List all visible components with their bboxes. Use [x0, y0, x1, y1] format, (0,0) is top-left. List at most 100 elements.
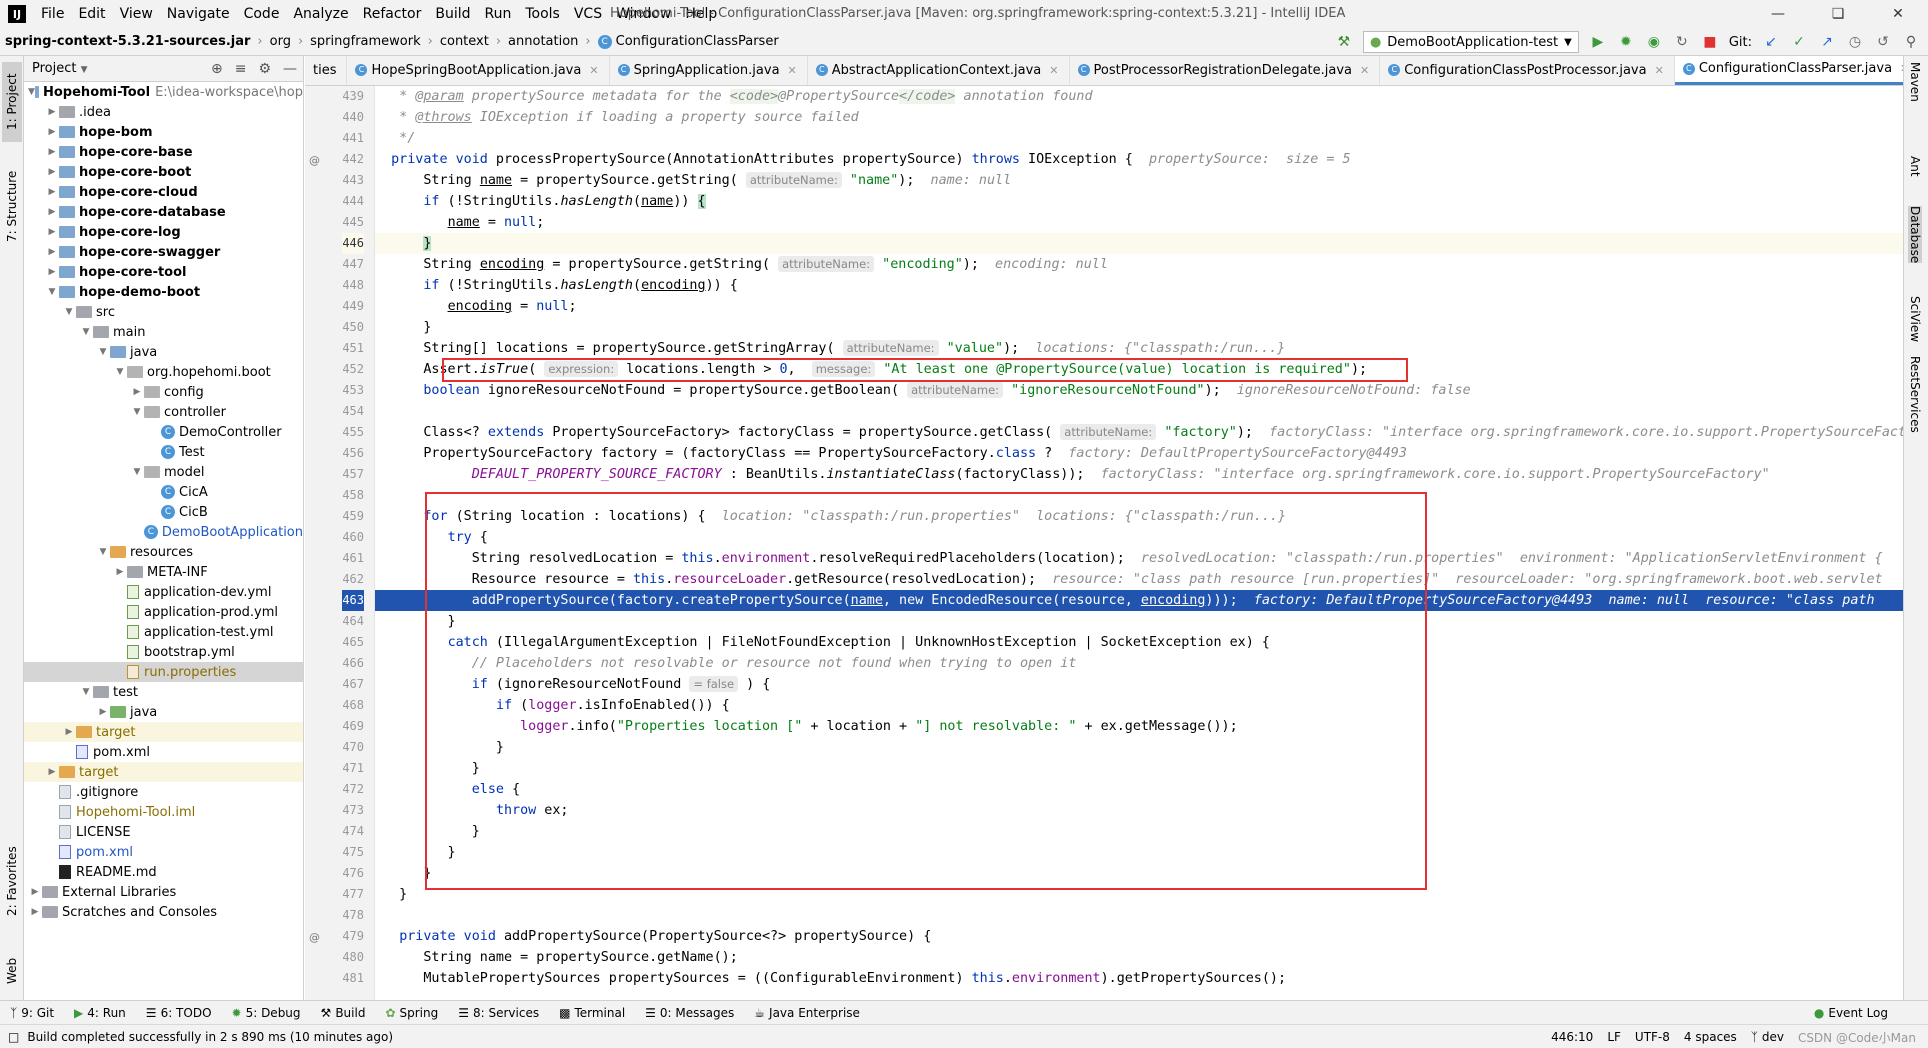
tree-item[interactable]: ▶ hope-core-database	[24, 202, 303, 222]
tree-item[interactable]: ▶ hope-bom	[24, 122, 303, 142]
tree-item[interactable]: ▶ target	[24, 762, 303, 782]
tree-item[interactable]: ▶ External Libraries	[24, 882, 303, 902]
tree-item[interactable]: README.md	[24, 862, 303, 882]
maximize-button[interactable]: ❏	[1808, 0, 1868, 28]
git-update-icon[interactable]: ↙	[1762, 33, 1780, 51]
line-number[interactable]: 453	[342, 380, 364, 401]
git-branch[interactable]: ᛉ dev	[1751, 1030, 1784, 1044]
line-number[interactable]: 456	[342, 443, 364, 464]
debug-tool-button[interactable]: ✹ 5: Debug	[222, 1006, 311, 1020]
indent-setting[interactable]: 4 spaces	[1684, 1030, 1737, 1044]
menu-analyze[interactable]: Analyze	[286, 0, 355, 28]
expanded-arrow-icon[interactable]: ▼	[28, 87, 35, 97]
run-tool-button[interactable]: ▶ 4: Run	[64, 1006, 136, 1020]
collapsed-arrow-icon[interactable]: ▶	[45, 227, 59, 237]
line-number[interactable]: 443	[342, 170, 364, 191]
tree-item[interactable]: ▶ target	[24, 722, 303, 742]
collapsed-arrow-icon[interactable]: ▶	[28, 907, 42, 917]
expanded-arrow-icon[interactable]: ▼	[113, 367, 127, 377]
gear-icon[interactable]: ⚙	[258, 61, 271, 77]
tree-item[interactable]: ▶ hope-core-swagger	[24, 242, 303, 262]
line-number[interactable]: 479	[342, 926, 364, 947]
line-number[interactable]: 441	[342, 128, 364, 149]
tree-item[interactable]: ▼ java	[24, 342, 303, 362]
line-number[interactable]: 467	[342, 674, 364, 695]
tree-item[interactable]: .gitignore	[24, 782, 303, 802]
close-tab-icon[interactable]: ✕	[1360, 64, 1369, 77]
line-number[interactable]: 459	[342, 506, 364, 527]
line-number[interactable]: 458	[342, 485, 364, 506]
ant-tool-tab[interactable]: Ant	[1908, 156, 1922, 177]
tree-item[interactable]: ▼ resources	[24, 542, 303, 562]
status-message[interactable]: Build completed successfully in 2 s 890 …	[19, 1030, 393, 1044]
collapsed-arrow-icon[interactable]: ▶	[45, 167, 59, 177]
tree-item[interactable]: C DemoBootApplication	[24, 522, 303, 542]
code-editor[interactable]: * @param propertySource metadata for the…	[375, 86, 1903, 1000]
project-view-select[interactable]: Project ▼	[32, 61, 88, 76]
tree-item[interactable]: ▶ hope-core-tool	[24, 262, 303, 282]
project-tool-tab[interactable]: 1: Project	[2, 62, 22, 142]
hide-icon[interactable]: —	[283, 61, 297, 77]
coverage-icon[interactable]: ◉	[1645, 33, 1663, 51]
line-number[interactable]: 451	[342, 338, 364, 359]
menu-tools[interactable]: Tools	[518, 0, 567, 28]
line-number[interactable]: 461	[342, 548, 364, 569]
editor-tab[interactable]: C ConfigurationClassPostProcessor.java ✕	[1380, 56, 1675, 85]
tree-item[interactable]: ▼ model	[24, 462, 303, 482]
caret-position[interactable]: 446:10	[1551, 1030, 1593, 1044]
collapsed-arrow-icon[interactable]: ▶	[113, 567, 127, 577]
line-number[interactable]: 446	[342, 233, 364, 254]
breadcrumb-context[interactable]: context	[435, 34, 494, 49]
tree-item[interactable]: ▶ hope-core-boot	[24, 162, 303, 182]
terminal-tool-button[interactable]: ▩ Terminal	[549, 1006, 635, 1020]
menu-refactor[interactable]: Refactor	[356, 0, 429, 28]
breadcrumb-class[interactable]: C ConfigurationClassParser	[593, 34, 784, 49]
expanded-arrow-icon[interactable]: ▼	[96, 347, 110, 357]
tree-item[interactable]: ▶ java	[24, 702, 303, 722]
line-number[interactable]: 478	[342, 905, 364, 926]
line-number[interactable]: 471	[342, 758, 364, 779]
search-icon[interactable]: ⚲	[1902, 33, 1920, 51]
hammer-icon[interactable]: ⚒	[1335, 33, 1353, 51]
tree-item[interactable]: ▶ META-INF	[24, 562, 303, 582]
favorites-tool-tab[interactable]: 2: Favorites	[2, 836, 22, 926]
line-number[interactable]: 474	[342, 821, 364, 842]
tree-item[interactable]: ▶ .idea	[24, 102, 303, 122]
git-push-icon[interactable]: ↗	[1818, 33, 1836, 51]
collapsed-arrow-icon[interactable]: ▶	[45, 207, 59, 217]
close-window-button[interactable]: ✕	[1868, 0, 1928, 28]
minimize-button[interactable]: —	[1748, 0, 1808, 28]
line-number[interactable]: 454	[342, 401, 364, 422]
event-log-button[interactable]: ● Event Log	[1804, 1006, 1898, 1020]
override-marker-icon[interactable]: @	[309, 931, 320, 944]
line-number[interactable]: 444	[342, 191, 364, 212]
menu-code[interactable]: Code	[237, 0, 287, 28]
tree-item[interactable]: application-test.yml	[24, 622, 303, 642]
tree-item[interactable]: ▶ config	[24, 382, 303, 402]
line-number[interactable]: 460	[342, 527, 364, 548]
line-number[interactable]: 477	[342, 884, 364, 905]
line-number[interactable]: 464	[342, 611, 364, 632]
services-tool-button[interactable]: ☰ 8: Services	[448, 1006, 549, 1020]
maven-tool-tab[interactable]: Maven	[1908, 62, 1922, 102]
tree-item[interactable]: ▶ hope-core-log	[24, 222, 303, 242]
expanded-arrow-icon[interactable]: ▼	[79, 687, 93, 697]
tree-item[interactable]: C CicA	[24, 482, 303, 502]
tree-item[interactable]: pom.xml	[24, 842, 303, 862]
tree-item[interactable]: ▶ Scratches and Consoles	[24, 902, 303, 922]
menu-view[interactable]: View	[113, 0, 160, 28]
line-number[interactable]: 480	[342, 947, 364, 968]
tree-item[interactable]: pom.xml	[24, 742, 303, 762]
expanded-arrow-icon[interactable]: ▼	[79, 327, 93, 337]
line-number[interactable]: 447	[342, 254, 364, 275]
line-number[interactable]: 470	[342, 737, 364, 758]
collapsed-arrow-icon[interactable]: ▶	[45, 147, 59, 157]
collapsed-arrow-icon[interactable]: ▶	[45, 267, 59, 277]
locate-icon[interactable]: ⊕	[211, 61, 223, 77]
line-number[interactable]: 469	[342, 716, 364, 737]
line-number[interactable]: 463	[342, 590, 364, 611]
collapsed-arrow-icon[interactable]: ▶	[130, 387, 144, 397]
restservices-tool-tab[interactable]: RestServices	[1908, 356, 1922, 433]
debug-icon[interactable]: ✹	[1617, 33, 1635, 51]
messages-tool-button[interactable]: ☰ 0: Messages	[635, 1006, 744, 1020]
